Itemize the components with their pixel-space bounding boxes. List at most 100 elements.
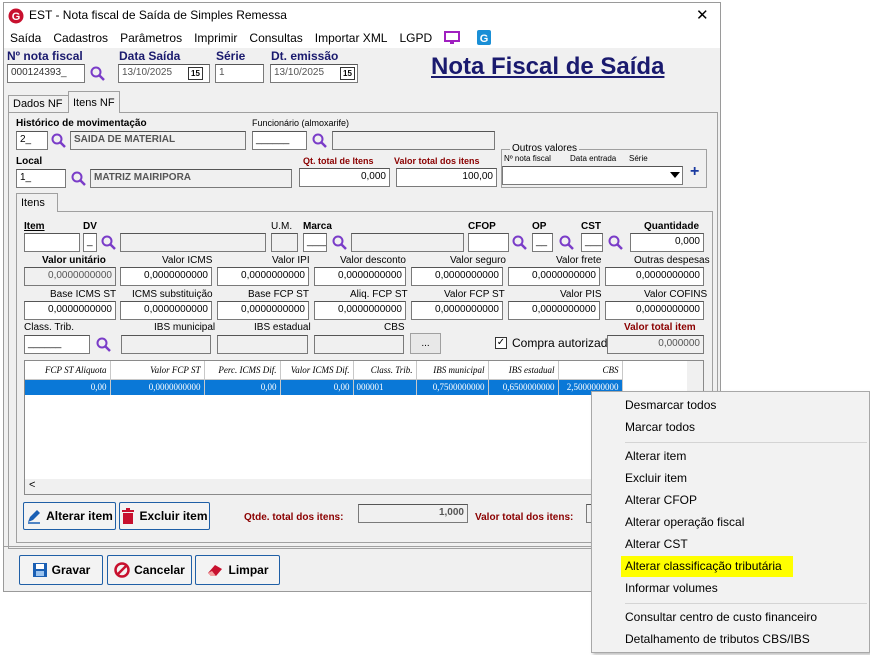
cell-class-trib[interactable]: 000001	[353, 379, 417, 395]
gravar-button[interactable]: Gravar	[19, 555, 103, 585]
chevron-down-icon[interactable]	[670, 172, 680, 178]
cell-fcp-aliquota[interactable]: 0,00	[25, 379, 111, 395]
menu-item-informar-volumes[interactable]: Informar volumes	[625, 581, 718, 595]
valor-fcp-st-label: Valor FCP ST	[444, 289, 505, 300]
base-icms-st-label: Base ICMS ST	[50, 289, 117, 300]
grid-col-valor-fcp[interactable]: Valor FCP ST	[110, 361, 205, 380]
cell-perc-icms[interactable]: 0,00	[204, 379, 281, 395]
menu-item-alterar-item[interactable]: Alterar item	[625, 449, 686, 463]
qt-total-value: 0,000	[299, 168, 390, 187]
cell-ibs-estadual[interactable]: 0,6500000000	[488, 379, 559, 395]
menu-lgpd[interactable]: LGPD	[393, 28, 438, 45]
valor-cofins-input[interactable]: 0,0000000000	[605, 301, 704, 320]
search-icon[interactable]	[559, 235, 575, 251]
compra-autorizada-checkbox[interactable]: ✓	[495, 337, 507, 349]
menu-item-alterar-operacao-fiscal[interactable]: Alterar operação fiscal	[625, 515, 744, 529]
search-icon[interactable]	[512, 235, 528, 251]
cst-input[interactable]: ___	[581, 233, 603, 252]
aliq-fcp-st-input[interactable]: 0,0000000000	[314, 301, 406, 320]
search-icon[interactable]	[608, 235, 624, 251]
dv-input[interactable]: _	[83, 233, 97, 252]
pencil-icon	[28, 510, 41, 524]
more-button[interactable]: ...	[410, 333, 441, 354]
historico-code-input[interactable]: 2_	[16, 131, 48, 150]
marca-input[interactable]: ____	[303, 233, 327, 252]
menu-cadastros[interactable]: Cadastros	[47, 28, 114, 45]
menu-parametros[interactable]: Parâmetros	[114, 28, 188, 45]
valor-ipi-input[interactable]: 0,0000000000	[217, 267, 309, 286]
menu-item-marcar-todos[interactable]: Marcar todos	[625, 420, 695, 434]
class-trib-input[interactable]: ______	[24, 335, 90, 354]
valor-fcp-st-input[interactable]: 0,0000000000	[411, 301, 503, 320]
excluir-item-label: Excluir item	[139, 509, 208, 523]
calendar-icon[interactable]: 15	[188, 67, 203, 80]
alterar-item-button[interactable]: Alterar item	[23, 502, 116, 530]
item-input[interactable]	[24, 233, 80, 252]
menu-item-alterar-cst[interactable]: Alterar CST	[625, 537, 688, 551]
search-icon[interactable]	[51, 133, 67, 149]
cfop-input[interactable]	[468, 233, 509, 252]
tab-itens-nf[interactable]: Itens NF	[68, 91, 120, 113]
menu-consultas[interactable]: Consultas	[243, 28, 308, 45]
menu-item-detalhamento-tributos[interactable]: Detalhamento de tributos CBS/IBS	[625, 632, 810, 646]
search-icon[interactable]	[101, 235, 117, 251]
local-code-input[interactable]: 1_	[16, 169, 66, 188]
icms-substituicao-label: ICMS substituição	[132, 289, 213, 300]
grid-col-fcp-aliquota[interactable]: FCP ST Aliquota	[25, 361, 111, 380]
scroll-left-arrow[interactable]: <	[29, 479, 35, 491]
calendar-icon[interactable]: 15	[340, 67, 355, 80]
outros-valores-select[interactable]	[502, 166, 683, 185]
valor-seguro-input[interactable]: 0,0000000000	[411, 267, 503, 286]
search-icon[interactable]	[332, 235, 348, 251]
search-icon[interactable]	[96, 337, 112, 353]
nota-fiscal-input[interactable]: 000124393_	[7, 64, 85, 83]
icms-substituicao-input[interactable]: 0,0000000000	[120, 301, 212, 320]
menu-saida[interactable]: Saída	[4, 28, 47, 45]
base-fcp-st-input[interactable]: 0,0000000000	[217, 301, 309, 320]
op-input[interactable]: __	[532, 233, 553, 252]
search-icon[interactable]	[71, 171, 87, 187]
table-row[interactable]: 0,00 0,0000000000 0,00 0,00 000001 0,750…	[25, 379, 623, 395]
base-icms-st-input[interactable]: 0,0000000000	[24, 301, 116, 320]
outras-despesas-input[interactable]: 0,0000000000	[605, 267, 704, 286]
limpar-button[interactable]: Limpar	[195, 555, 280, 585]
cell-valor-fcp[interactable]: 0,0000000000	[110, 379, 205, 395]
close-button[interactable]: ✕	[696, 6, 709, 24]
marca-desc	[351, 233, 464, 252]
menu-item-consultar-centro-custo[interactable]: Consultar centro de custo financeiro	[625, 610, 817, 624]
cancel-icon	[114, 562, 130, 578]
valor-total-item-value: 0,000000	[607, 335, 704, 354]
search-icon[interactable]	[90, 66, 106, 82]
add-button[interactable]: +	[690, 163, 699, 181]
monitor-icon[interactable]	[444, 31, 460, 45]
quantidade-input[interactable]: 0,000	[630, 233, 704, 252]
tab-dados-nf[interactable]: Dados NF	[8, 95, 69, 113]
item-desc	[120, 233, 266, 252]
menu-item-excluir-item[interactable]: Excluir item	[625, 471, 687, 485]
menu-item-alterar-cfop[interactable]: Alterar CFOP	[625, 493, 697, 507]
grid-col-cbs[interactable]: CBS	[558, 361, 623, 380]
menu-importar-xml[interactable]: Importar XML	[309, 28, 394, 45]
menu-item-desmarcar-todos[interactable]: Desmarcar todos	[625, 398, 716, 412]
grid-col-ibs-municipal[interactable]: IBS municipal	[416, 361, 489, 380]
serie-input[interactable]: 1	[215, 64, 264, 83]
grid-col-perc-icms[interactable]: Perc. ICMS Dif.	[204, 361, 281, 380]
menu-imprimir[interactable]: Imprimir	[188, 28, 243, 45]
grid-col-ibs-estadual[interactable]: IBS estadual	[488, 361, 559, 380]
grid-col-class-trib[interactable]: Class. Trib.	[353, 361, 417, 380]
valor-desconto-input[interactable]: 0,0000000000	[314, 267, 406, 286]
excluir-item-button[interactable]: Excluir item	[119, 502, 210, 530]
valor-pis-input[interactable]: 0,0000000000	[508, 301, 600, 320]
menu-item-alterar-classificacao-tributaria[interactable]: Alterar classificação tributária	[625, 559, 782, 573]
search-icon[interactable]	[312, 133, 328, 149]
funcionario-input[interactable]: ______	[252, 131, 307, 150]
valor-icms-input[interactable]: 0,0000000000	[120, 267, 212, 286]
valor-frete-input[interactable]: 0,0000000000	[508, 267, 600, 286]
valor-unitario-input[interactable]: 0,0000000000	[24, 267, 116, 286]
cell-valor-icms[interactable]: 0,00	[280, 379, 354, 395]
cell-ibs-municipal[interactable]: 0,7500000000	[416, 379, 489, 395]
g-app-icon[interactable]: G	[477, 30, 491, 45]
cancelar-button[interactable]: Cancelar	[107, 555, 192, 585]
grid-col-valor-icms[interactable]: Valor ICMS Dif.	[280, 361, 354, 380]
tab-itens[interactable]: Itens	[16, 193, 58, 212]
